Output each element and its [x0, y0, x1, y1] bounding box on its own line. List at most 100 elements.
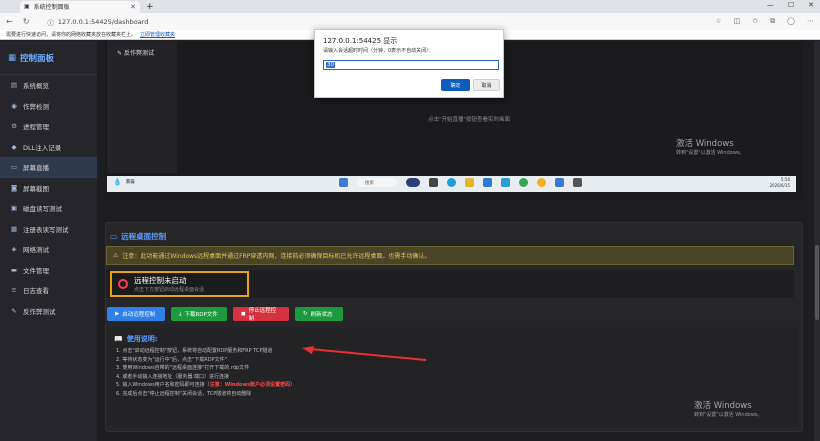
- sidebar-item[interactable]: ▭ 屏幕直播: [0, 157, 97, 178]
- split-icon[interactable]: ◫: [734, 17, 741, 26]
- refresh-status-button[interactable]: ↻ 刷新状态: [295, 307, 343, 321]
- browser-tools: ☆ ◫ ✩ ⧉ ◯ ⋯: [715, 17, 814, 26]
- scrollbar-thumb[interactable]: [815, 245, 819, 320]
- taskbar-search[interactable]: 搜索: [357, 178, 397, 187]
- start-icon[interactable]: [339, 178, 348, 187]
- back-icon[interactable]: ←: [6, 17, 13, 26]
- log-icon: ≡: [11, 286, 17, 295]
- browser-tabstrip: ▣ 系统控制面板 ✕ + — ☐ ✕: [0, 0, 820, 13]
- new-tab-icon[interactable]: +: [146, 2, 154, 12]
- sidebar-item[interactable]: ◙ 屏幕截图: [0, 178, 97, 199]
- url-text: 127.0.0.1:54425/dashboard: [57, 17, 149, 26]
- taskbar-weather: 💧 雾霾: [113, 178, 135, 186]
- preview-side-title: ✎ 反作弊测试: [117, 50, 154, 57]
- sidebar-item-label: 作弊检测: [23, 102, 49, 111]
- status-text: 远程控制未启动 点击下方按钮启动远程桌面会话: [134, 275, 204, 293]
- monitor-icon: ▭: [10, 163, 18, 172]
- sidebar-item-label: 网络测试: [23, 246, 49, 255]
- sidebar-item-label: 屏幕直播: [23, 164, 49, 173]
- collections-icon[interactable]: ⧉: [770, 17, 775, 26]
- qq-icon[interactable]: [537, 178, 546, 187]
- brand-title: 控制面板: [20, 53, 55, 64]
- page-scrollbar[interactable]: [814, 41, 820, 441]
- edge-icon[interactable]: [447, 178, 456, 187]
- timeout-input[interactable]: 30: [323, 60, 499, 70]
- sidebar-item[interactable]: ▦ 注册表读写测试: [0, 219, 97, 240]
- tool-icon[interactable]: [573, 178, 582, 187]
- usage-steps: 1. 点击"启动远程控制"按钮，系统将自动配置RDP服务和FRP TCP隧道 2…: [116, 347, 295, 399]
- remote-status: 远程控制未启动 点击下方按钮启动远程桌面会话: [110, 271, 249, 297]
- registry-icon: ▦: [10, 224, 18, 233]
- dialog-prompt: 请输入会话超时时间（分钟，0表示不自动关闭）：: [323, 48, 434, 54]
- arrow-line: [309, 348, 427, 361]
- network-icon: ◈: [11, 245, 17, 254]
- sidebar-item[interactable]: ▣ 磁盘读写测试: [0, 198, 97, 219]
- download-rdp-button[interactable]: ⤓ 下载RDP文件: [171, 307, 227, 321]
- usage-step: 6. 完成后点击"停止远程控制"关闭会话，TCP隧道将自动删除: [116, 390, 252, 397]
- activate-sub: 转到"设置"以激活 Windows。: [694, 412, 763, 418]
- url-field[interactable]: ⓘ 127.0.0.1:54425/dashboard: [47, 16, 647, 27]
- activate-title: 激活 Windows: [694, 401, 752, 411]
- section-title: ▭ 远程桌面控制: [110, 232, 167, 241]
- usage-step: 1. 点击"启动远程控制"按钮，系统将自动配置RDP服务和FRP TCP隧道: [116, 348, 273, 354]
- sidebar: ▦ 控制面板 ▤ 系统概览 ◉ 作弊检测 ⚙ 进程管理 ◆ DLL注入记录 ▭ 屏幕直播 ◙ 屏幕截图…: [0, 41, 97, 441]
- sidebar-item[interactable]: ⚙ 进程管理: [0, 116, 97, 137]
- usage-title: 📖 使用说明:: [114, 335, 158, 343]
- camera-icon: ◙: [10, 183, 18, 192]
- more-icon[interactable]: ⋯: [807, 17, 814, 26]
- cancel-button[interactable]: 取消: [473, 79, 500, 91]
- activate-windows-watermark: 激活 Windows 转到"设置"以激活 Windows。: [694, 399, 763, 418]
- favorites-icon[interactable]: ✩: [752, 17, 758, 26]
- taskbar-date: 2026/6/15: [769, 183, 790, 188]
- sidebar-item[interactable]: ◈ 网络测试: [0, 239, 97, 260]
- sidebar-item[interactable]: ≡ 日志查看: [0, 280, 97, 301]
- app-icon[interactable]: [501, 178, 510, 187]
- sidebar-item[interactable]: ◆ DLL注入记录: [0, 137, 97, 158]
- start-remote-button[interactable]: ▶ 启动远程控制: [107, 307, 165, 321]
- sidebar-item[interactable]: ▬ 文件管理: [0, 260, 97, 281]
- address-bar: ← ↻ ⓘ 127.0.0.1:54425/dashboard ☆ ◫ ✩ ⧉ …: [0, 13, 820, 30]
- arrow-head: [302, 346, 314, 354]
- activate-sub: 转到"设置"以激活 Windows。: [676, 150, 745, 156]
- maximize-icon[interactable]: ☐: [788, 1, 794, 9]
- sidebar-item[interactable]: ◉ 作弊检测: [0, 96, 97, 117]
- stop-remote-button[interactable]: ◼ 停止远程控制: [233, 307, 289, 322]
- activate-windows-watermark: 激活 Windows 转到"设置"以激活 Windows。: [676, 137, 745, 156]
- usage-step: 5. 输入Windows用户名和密码即可连接（注意：Windows账户必须设置密…: [116, 382, 296, 389]
- sidebar-item-label: 磁盘读写测试: [23, 205, 62, 214]
- star-icon[interactable]: ☆: [715, 17, 721, 26]
- sidebar-item[interactable]: ✎ 反作弊测试: [0, 301, 97, 322]
- prompt-dialog: 127.0.0.1:54425 显示 请输入会话超时时间（分钟，0表示不自动关闭…: [314, 29, 504, 98]
- terminal-icon[interactable]: [429, 178, 438, 187]
- manage-favorites-link[interactable]: 立即管理收藏夹: [140, 31, 175, 38]
- minimize-icon[interactable]: —: [767, 1, 774, 9]
- taskview-icon[interactable]: [406, 178, 420, 187]
- weather-icon: 💧: [113, 178, 122, 186]
- close-tab-icon[interactable]: ✕: [130, 3, 136, 11]
- settings-icon[interactable]: [555, 178, 564, 187]
- taskbar-clock: 5:56 2026/6/15: [769, 177, 790, 189]
- close-window-icon[interactable]: ✕: [808, 1, 814, 9]
- tab-title: 系统控制面板: [33, 4, 70, 11]
- ok-button[interactable]: 确定: [441, 79, 470, 91]
- folder-icon[interactable]: [465, 178, 474, 187]
- refresh-icon[interactable]: ↻: [23, 17, 30, 26]
- sidebar-item-label: 屏幕截图: [23, 184, 49, 193]
- sidebar-menu: ▤ 系统概览 ◉ 作弊检测 ⚙ 进程管理 ◆ DLL注入记录 ▭ 屏幕直播 ◙ 屏幕截图 ▣ 磁盘读写测试…: [0, 75, 97, 321]
- sidebar-item-label: 系统概览: [23, 82, 49, 91]
- action-buttons: ▶ 启动远程控制 ⤓ 下载RDP文件 ◼ 停止远程控制 ↻ 刷新状态: [107, 307, 343, 322]
- store-icon[interactable]: [483, 178, 492, 187]
- refresh-icon: ↻: [303, 311, 308, 317]
- sidebar-item-label: 文件管理: [23, 266, 49, 275]
- sidebar-item-label: 注册表读写测试: [23, 225, 69, 234]
- book-icon: 📖: [114, 335, 123, 343]
- usage-step: 2. 等待状态变为"运行中"后，点击"下载RDP文件": [116, 356, 227, 363]
- profile-icon[interactable]: ◯: [787, 17, 795, 26]
- sidebar-item[interactable]: ▤ 系统概览: [0, 75, 97, 96]
- chrome-icon[interactable]: [519, 178, 528, 187]
- annotation-arrow: [302, 346, 427, 361]
- infobar-text: 需要进行快速访问，请将你的网络收藏夹放在收藏夹栏上。: [6, 32, 137, 38]
- browser-tab[interactable]: ▣ 系统控制面板 ✕: [20, 0, 140, 13]
- brand: ▦ 控制面板: [0, 41, 97, 75]
- chart-icon: ▤: [10, 81, 18, 90]
